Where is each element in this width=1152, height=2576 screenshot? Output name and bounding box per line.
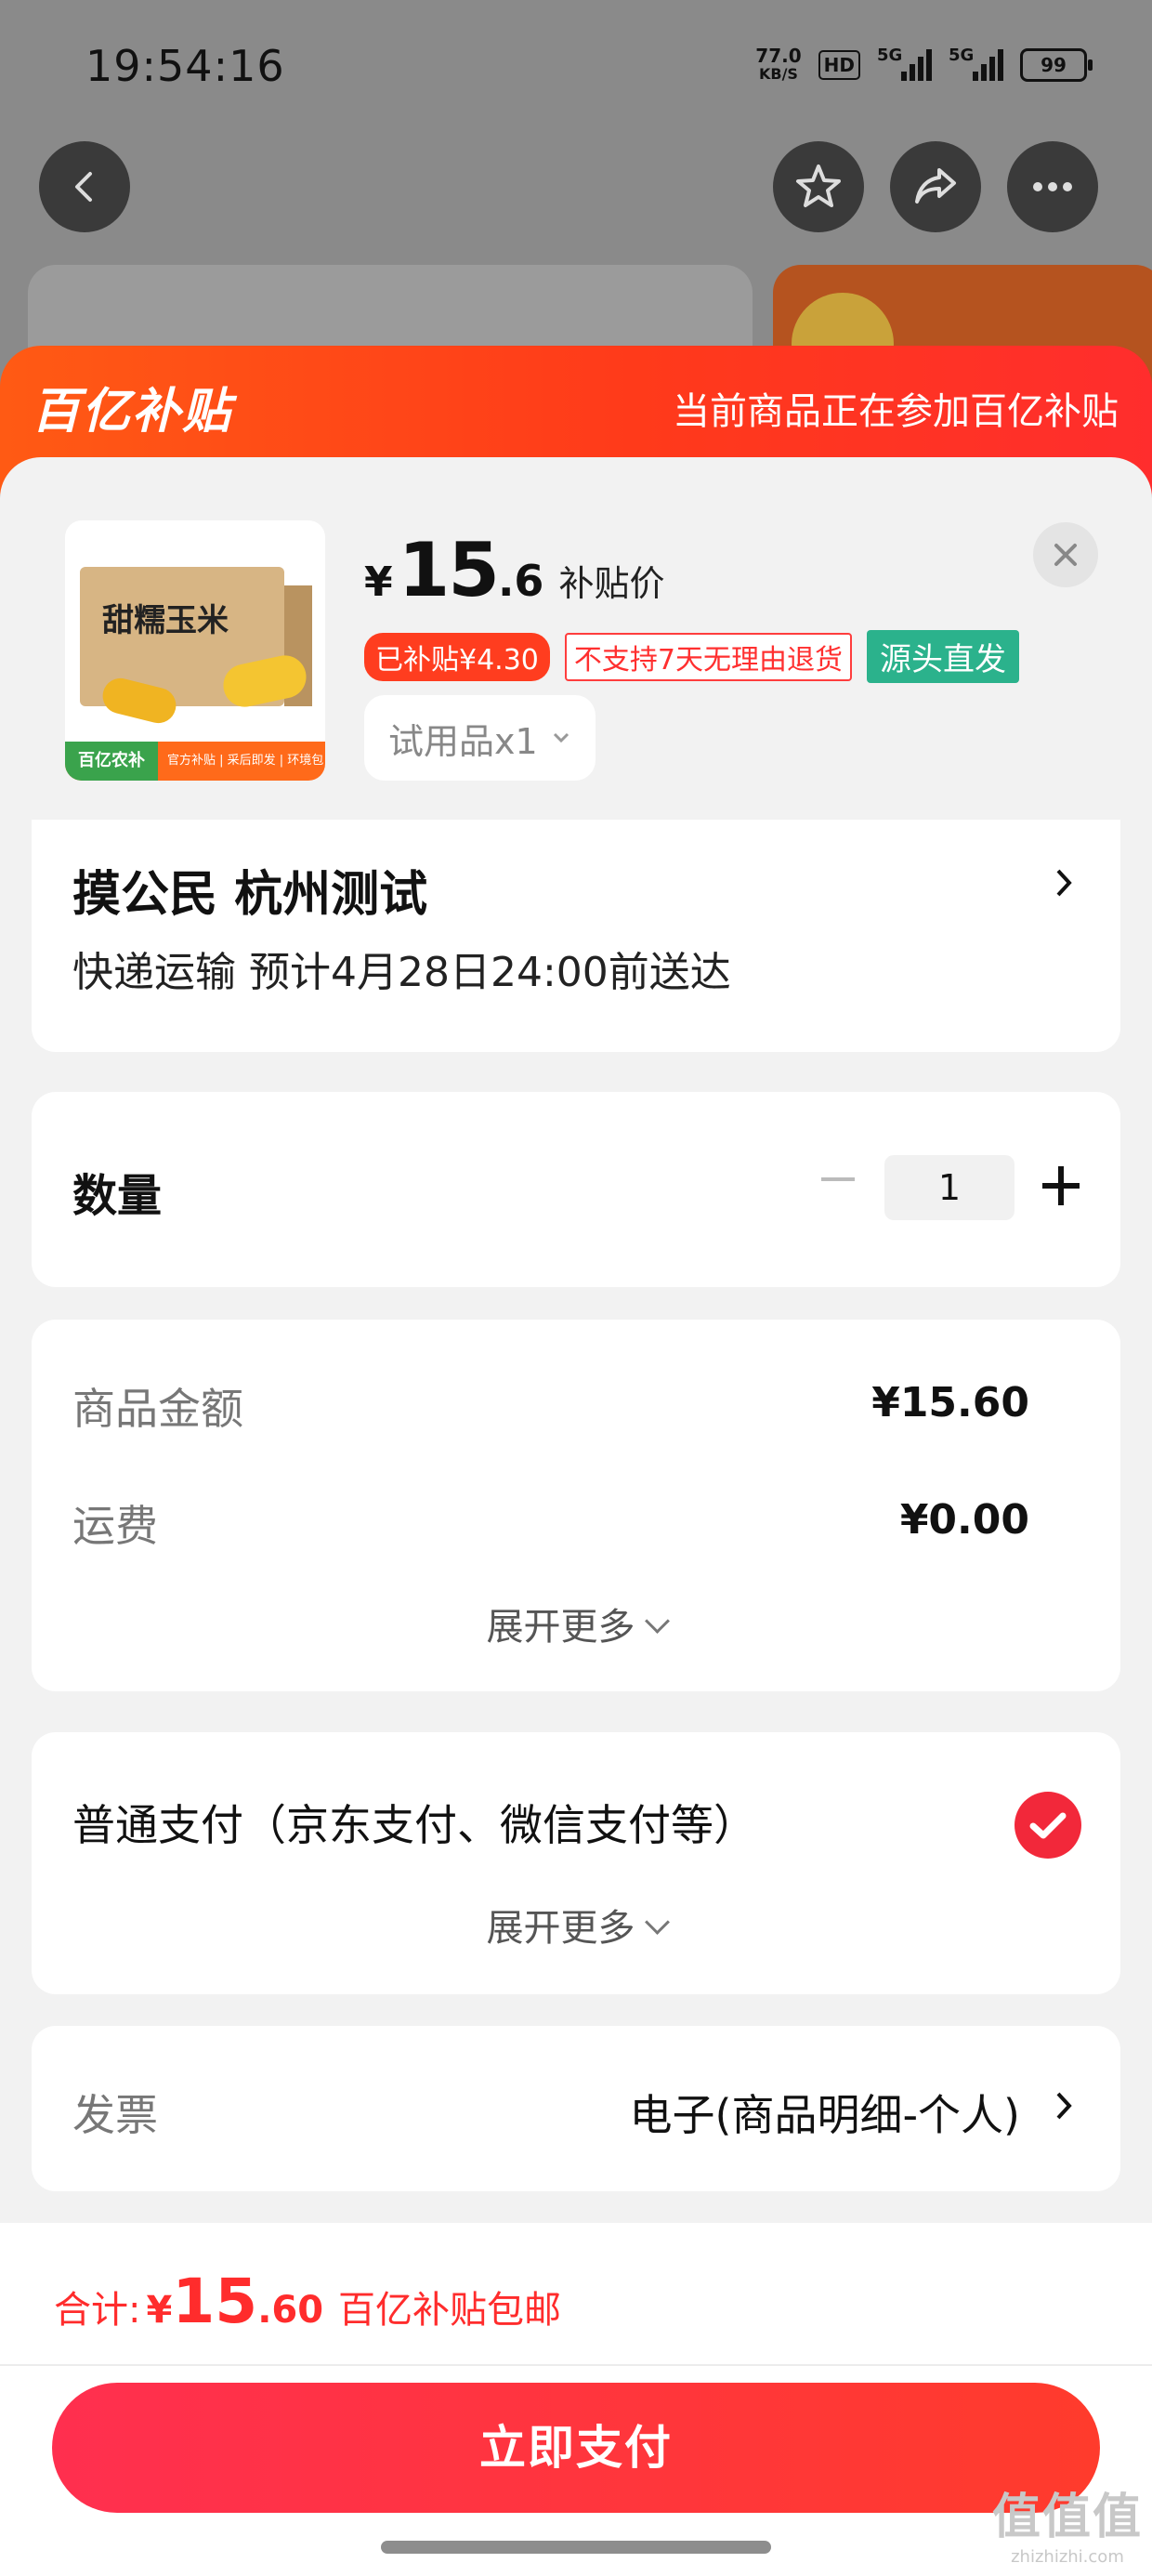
product-strip: 百亿农补 官方补贴 | 采后即发 | 环境包装	[65, 742, 325, 781]
payment-card[interactable]: 普通支付（京东支付、微信支付等） 展开更多	[32, 1732, 1120, 1994]
spec-label: 试用品x1	[388, 720, 538, 762]
product-tags: 已补贴¥4.30 不支持7天无理由退货 源头直发	[364, 630, 1019, 683]
signal-icon-2: 5G	[949, 46, 1003, 81]
home-indicator[interactable]	[381, 2541, 771, 2554]
favorite-button[interactable]	[773, 141, 864, 232]
quantity-card: 数量 1	[32, 1092, 1120, 1287]
signal-label-2: 5G	[949, 46, 975, 65]
net-speed: 77.0 KB/S	[755, 46, 801, 84]
decrease-button[interactable]	[821, 1177, 855, 1181]
quantity-label: 数量	[72, 1170, 163, 1222]
star-icon	[796, 164, 841, 207]
total-label: 合计:	[54, 2289, 141, 2332]
order-total: 合计: ¥ 15 .60 百亿补贴包邮	[54, 2266, 561, 2337]
payment-method: 普通支付（京东支付、微信支付等）	[72, 1800, 756, 1850]
brand-logo: 百亿补贴	[32, 384, 233, 440]
check-icon	[1029, 1812, 1067, 1839]
invoice-card[interactable]: 发票 电子(商品明细-个人)	[32, 2026, 1120, 2191]
product-box-title: 甜糯玉米	[102, 602, 229, 639]
address-name: 摸公民 杭州测试	[72, 867, 428, 923]
selected-check-icon[interactable]	[1015, 1792, 1081, 1859]
price-integer: 15	[398, 527, 500, 613]
signal-icon: 5G	[877, 46, 932, 81]
chevron-right-icon	[1056, 869, 1072, 897]
subsidy-notice: 当前商品正在参加百亿补贴	[673, 390, 1119, 433]
payment-expand-label: 展开更多	[486, 1907, 635, 1950]
total-currency: ¥	[146, 2289, 173, 2332]
expand-more-label: 展开更多	[486, 1606, 635, 1649]
close-button[interactable]	[1033, 522, 1098, 587]
more-icon	[1033, 182, 1072, 191]
chevron-right-icon	[1056, 2092, 1072, 2120]
free-shipping-note: 百亿补贴包邮	[338, 2289, 562, 2332]
close-icon	[1054, 544, 1077, 566]
product-strip-brand: 百亿农补	[65, 742, 158, 781]
product-image[interactable]: 甜糯玉米 百亿农补 官方补贴 | 采后即发 | 环境包装	[65, 520, 325, 781]
watermark-text: 值值值	[991, 2490, 1143, 2545]
net-speed-unit: KB/S	[758, 65, 798, 83]
product-strip-text: 官方补贴 | 采后即发 | 环境包装	[167, 754, 324, 768]
price-decimal: .6	[497, 556, 544, 606]
shipping-label: 运费	[72, 1501, 158, 1551]
battery-icon: 99	[1020, 48, 1093, 82]
price: ¥ 15 .6 补贴价	[364, 527, 664, 613]
checkout-footer: 合计: ¥ 15 .60 百亿补贴包邮 立即支付 值值值 zhizhizhi.c…	[0, 2223, 1152, 2576]
price-currency: ¥	[364, 559, 393, 606]
goods-amount-value: ¥15.60	[871, 1379, 1029, 1426]
payment-expand-more-button[interactable]: 展开更多	[32, 1898, 1120, 1952]
chevron-down-icon	[644, 1609, 670, 1634]
invoice-value: 电子(商品明细-个人)	[629, 2090, 1021, 2140]
total-integer: 15	[172, 2266, 258, 2337]
pay-now-button[interactable]: 立即支付	[52, 2383, 1100, 2513]
more-button[interactable]	[1007, 141, 1098, 232]
expand-more-button[interactable]: 展开更多	[32, 1597, 1120, 1650]
invoice-label: 发票	[72, 2090, 158, 2140]
chevron-down-icon	[644, 1910, 670, 1935]
back-arrow-icon	[75, 172, 92, 202]
spec-selector[interactable]: 试用品x1	[364, 695, 596, 781]
address-card[interactable]: 摸公民 杭州测试 快递运输 预计4月28日24:00前送达	[32, 820, 1120, 1052]
shipping-value: ¥0.00	[899, 1496, 1029, 1544]
signal-label: 5G	[877, 46, 903, 65]
status-time: 19:54:16	[85, 41, 285, 91]
hd-icon: HD	[818, 50, 860, 80]
watermark-url: zhizhizhi.com	[1011, 2547, 1124, 2567]
watermark: 值值值 zhizhizhi.com	[992, 2477, 1143, 2567]
delivery-estimate: 快递运输 预计4月28日24:00前送达	[72, 949, 731, 996]
net-speed-value: 77.0	[755, 45, 802, 67]
increase-button[interactable]	[1039, 1161, 1091, 1213]
divider	[0, 2364, 1152, 2366]
chevron-down-icon	[553, 732, 569, 743]
share-icon	[915, 168, 956, 204]
amount-card: 商品金额 ¥15.60 运费 ¥0.00 展开更多	[32, 1320, 1120, 1691]
no-return-tag: 不支持7天无理由退货	[564, 632, 852, 681]
subsidy-tag: 已补贴¥4.30	[364, 632, 550, 681]
goods-amount-label: 商品金额	[72, 1384, 243, 1434]
share-button[interactable]	[890, 141, 981, 232]
back-button[interactable]	[39, 141, 130, 232]
direct-ship-tag: 源头直发	[866, 630, 1019, 683]
status-icons: 77.0 KB/S HD 5G 5G 99	[755, 46, 1093, 84]
quantity-input[interactable]: 1	[884, 1155, 1015, 1220]
status-bar: 19:54:16 77.0 KB/S HD 5G 5G 99	[0, 0, 1152, 139]
price-label: 补贴价	[558, 563, 665, 604]
total-decimal: .60	[257, 2289, 324, 2332]
